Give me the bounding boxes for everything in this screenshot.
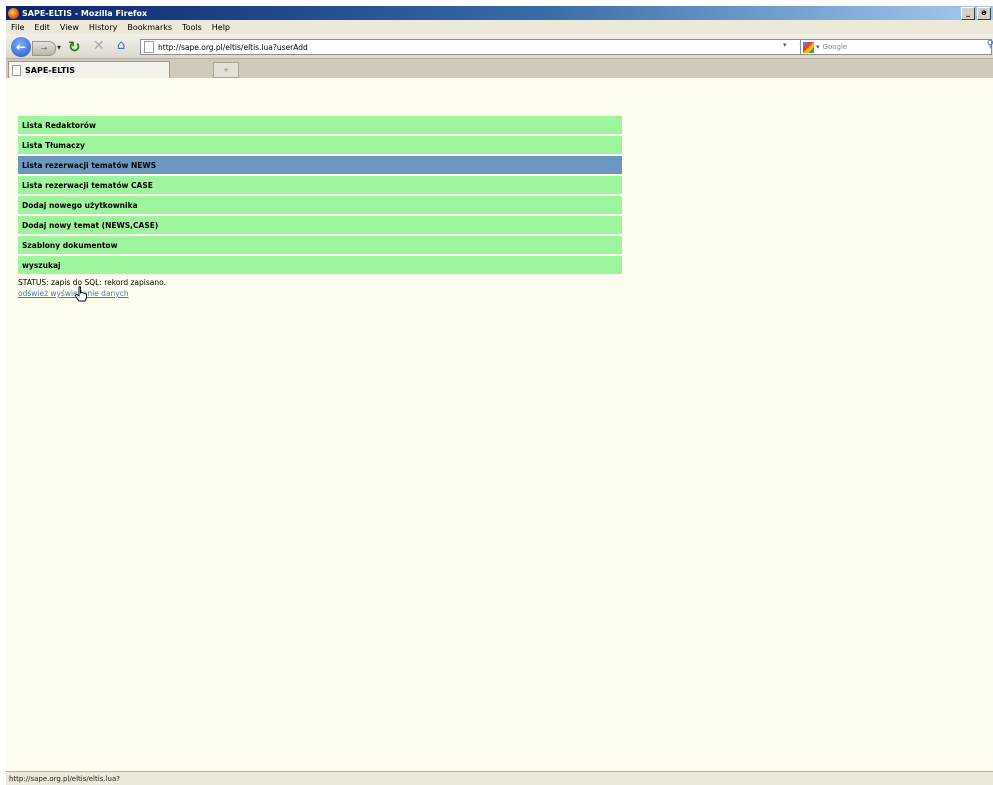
search-bar[interactable]: ▾ Google ⚲ [800, 39, 993, 55]
main-menu: Lista Redaktorów Lista Tłumaczy Lista re… [18, 116, 622, 276]
window-controls: _ ə [961, 7, 991, 20]
history-dropdown-icon[interactable]: ▾ [57, 43, 61, 52]
status-message: STATUS: zapis do SQL: rekord zapisano. [18, 278, 166, 287]
menu-item-dodaj-temat[interactable]: Dodaj nowy temat (NEWS,CASE) [18, 216, 622, 234]
menu-bookmarks[interactable]: Bookmarks [122, 23, 177, 32]
menu-item-lista-redaktorow[interactable]: Lista Redaktorów [18, 116, 622, 134]
menu-tools[interactable]: Tools [177, 23, 207, 32]
new-tab-button[interactable]: + [213, 62, 239, 78]
page-content: Lista Redaktorów Lista Tłumaczy Lista re… [6, 78, 993, 771]
back-arrow-icon[interactable]: ← [11, 37, 31, 57]
forward-arrow-icon[interactable]: → [32, 41, 56, 56]
maximize-button[interactable]: ə [977, 7, 991, 20]
minimize-button[interactable]: _ [961, 7, 975, 20]
firefox-logo-icon [8, 7, 19, 19]
home-icon[interactable]: ⌂ [117, 38, 125, 53]
window-title: SAPE-ELTIS - Mozilla Firefox [22, 8, 148, 18]
url-bar[interactable]: http://sape.org.pl/eltis/eltis.lua?userA… [140, 39, 812, 55]
status-bar-text: http://sape.org.pl/eltis/eltis.lua? [9, 775, 120, 783]
menu-edit[interactable]: Edit [29, 23, 55, 32]
status-bar: http://sape.org.pl/eltis/eltis.lua? [6, 771, 993, 785]
reload-icon[interactable]: ↻ [68, 38, 81, 56]
title-bar: SAPE-ELTIS - Mozilla Firefox _ ə [6, 6, 993, 20]
magnifier-icon[interactable]: ⚲ [987, 39, 993, 50]
tab-strip: SAPE-ELTIS + [6, 59, 993, 79]
menu-item-dodaj-uzytkownika[interactable]: Dodaj nowego użytkownika [18, 196, 622, 214]
menu-item-szablony[interactable]: Szablony dokumentow [18, 236, 622, 254]
stop-icon[interactable]: ✕ [93, 38, 105, 54]
menu-bar: File Edit View History Bookmarks Tools H… [6, 20, 993, 34]
hand-cursor-icon [74, 286, 87, 302]
page-icon [144, 41, 154, 53]
menu-item-wyszukaj[interactable]: wyszukaj [18, 256, 622, 274]
tab-sape-eltis[interactable]: SAPE-ELTIS [8, 61, 170, 79]
tab-page-icon [12, 65, 21, 76]
search-input[interactable]: Google [823, 43, 848, 51]
menu-view[interactable]: View [55, 23, 84, 32]
menu-help[interactable]: Help [207, 23, 235, 32]
browser-window: SAPE-ELTIS - Mozilla Firefox _ ə File Ed… [6, 6, 993, 785]
menu-item-rezerwacje-news[interactable]: Lista rezerwacji tematów NEWS [18, 156, 622, 174]
menu-history[interactable]: History [84, 23, 122, 32]
url-text[interactable]: http://sape.org.pl/eltis/eltis.lua?userA… [158, 43, 308, 52]
search-engine-dropdown-icon[interactable]: ▾ [816, 43, 820, 51]
menu-file[interactable]: File [6, 23, 29, 32]
menu-item-rezerwacje-case[interactable]: Lista rezerwacji tematów CASE [18, 176, 622, 194]
url-dropdown-icon[interactable]: ▾ [783, 41, 787, 49]
tab-label: SAPE-ELTIS [25, 66, 76, 75]
navigation-toolbar: ← → ▾ ↻ ✕ ⌂ http://sape.org.pl/eltis/elt… [6, 34, 993, 59]
menu-item-lista-tlumaczy[interactable]: Lista Tłumaczy [18, 136, 622, 154]
search-engine-icon[interactable] [803, 41, 814, 53]
